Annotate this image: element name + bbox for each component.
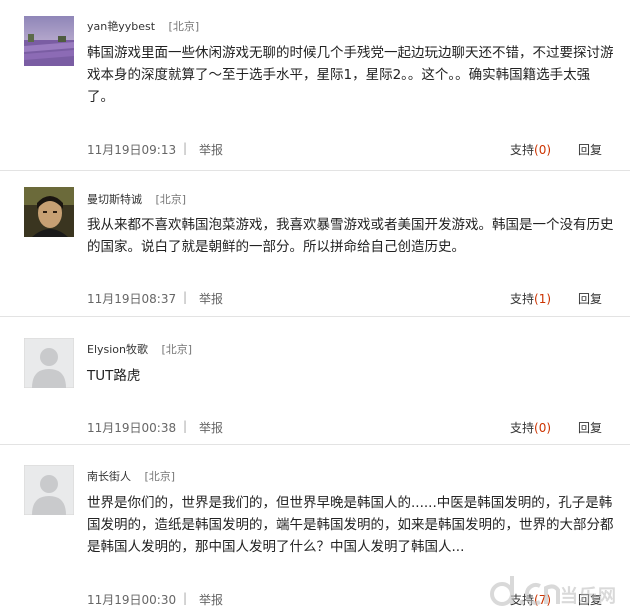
comment-text: TUT路虎 xyxy=(87,368,141,384)
support-count: (0) xyxy=(534,421,552,435)
user-location: [北京] xyxy=(144,470,176,483)
report-link[interactable]: 举报 xyxy=(199,591,223,608)
avatar[interactable] xyxy=(24,16,74,66)
comment-item: 曼切斯特诚 [北京] 我从来都不喜欢韩国泡菜游戏，我喜欢暴雪游戏或者美国开发游戏… xyxy=(0,171,630,316)
separator: | xyxy=(183,419,188,433)
username[interactable]: Elysion牧歌 xyxy=(87,343,148,356)
support-button[interactable]: 支持(0) xyxy=(510,141,551,158)
comment-item: yan艳yybest [北京] 韩国游戏里面一些休闲游戏无聊的时候几个手残党一起… xyxy=(0,0,630,170)
comment-time: 11月19日00:38 xyxy=(87,421,177,435)
username[interactable]: 曼切斯特诚 xyxy=(87,193,142,206)
comment-meta: yan艳yybest [北京] xyxy=(87,18,199,34)
avatar[interactable] xyxy=(24,187,74,237)
dcn-logo-icon xyxy=(490,576,560,606)
comment-footer: 11月19日09:13 | 举报 支持(0) 回复 xyxy=(0,141,630,157)
support-label: 支持 xyxy=(510,421,535,435)
user-photo-image xyxy=(24,187,74,237)
watermark-logo: 当乐网 xyxy=(488,572,628,612)
separator: | xyxy=(183,591,188,605)
user-location: [北京] xyxy=(161,343,193,356)
default-avatar-icon xyxy=(24,338,74,388)
user-location: [北京] xyxy=(168,20,200,33)
reply-link[interactable]: 回复 xyxy=(578,141,602,158)
comment-meta: Elysion牧歌 [北京] xyxy=(87,341,192,357)
comment-item: Elysion牧歌 [北京] TUT路虎 11月19日00:38 | 举报 支持… xyxy=(0,317,630,444)
comment-time: 11月19日09:13 xyxy=(87,143,177,157)
username[interactable]: 南长街人 xyxy=(87,470,131,483)
report-link[interactable]: 举报 xyxy=(199,419,223,436)
reply-link[interactable]: 回复 xyxy=(578,419,602,436)
comment-time: 11月19日08:37 xyxy=(87,292,177,306)
support-button[interactable]: 支持(1) xyxy=(510,290,551,307)
report-link[interactable]: 举报 xyxy=(199,290,223,307)
avatar[interactable] xyxy=(24,338,74,388)
report-link[interactable]: 举报 xyxy=(199,141,223,158)
watermark-text: 当乐网 xyxy=(560,586,617,607)
user-location: [北京] xyxy=(155,193,187,206)
separator: | xyxy=(183,141,188,155)
username[interactable]: yan艳yybest xyxy=(87,20,155,33)
comment-text: 世界是你们的，世界是我们的，但世界早晚是韩国人的......中医是韩国发明的，孔… xyxy=(87,495,614,555)
avatar[interactable] xyxy=(24,465,74,515)
default-avatar-icon xyxy=(24,465,74,515)
comment-text: 我从来都不喜欢韩国泡菜游戏，我喜欢暴雪游戏或者美国开发游戏。韩国是一个没有历史的… xyxy=(87,217,614,255)
reply-link[interactable]: 回复 xyxy=(578,290,602,307)
support-count: (0) xyxy=(534,143,552,157)
comment-text: 韩国游戏里面一些休闲游戏无聊的时候几个手残党一起边玩边聊天还不错，不过要探讨游戏… xyxy=(87,45,614,105)
comment-footer: 11月19日00:38 | 举报 支持(0) 回复 xyxy=(0,419,630,435)
comment-time: 11月19日00:30 xyxy=(87,593,177,607)
support-button[interactable]: 支持(0) xyxy=(510,419,551,436)
separator: | xyxy=(183,290,188,304)
support-label: 支持 xyxy=(510,143,535,157)
lavender-field-image xyxy=(24,16,74,66)
support-label: 支持 xyxy=(510,292,535,306)
comment-footer: 11月19日08:37 | 举报 支持(1) 回复 xyxy=(0,290,630,306)
comment-meta: 曼切斯特诚 [北京] xyxy=(87,191,186,207)
support-count: (1) xyxy=(534,292,552,306)
comment-meta: 南长街人 [北京] xyxy=(87,468,175,484)
